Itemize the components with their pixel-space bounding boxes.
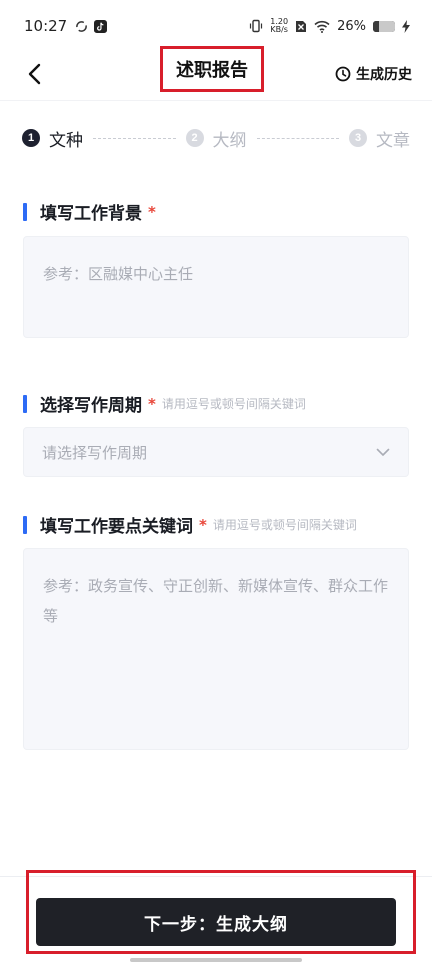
chevron-left-icon [28,63,41,85]
step-3-number: 3 [349,129,367,147]
wifi-icon [314,20,330,33]
chevron-down-icon [376,445,390,459]
period-hint: 请用逗号或顿号间隔关键词 [161,397,306,411]
back-button[interactable] [18,58,50,90]
step-1: 1 文种 [22,126,83,151]
next-step-button[interactable]: 下一步：生成大纲 [36,898,396,946]
nav-bar: 述职报告 生成历史 [0,46,432,98]
step-3-label: 文章 [376,130,410,151]
net-speed: 1.20 KB/s [270,18,288,34]
clock-icon [335,66,351,82]
net-speed-unit: KB/s [270,25,288,34]
page-title-highlight: 述职报告 [160,46,264,92]
keywords-hint: 请用逗号或顿号间隔关键词 [212,518,357,532]
background-placeholder: 参考：区融媒中心主任 [43,265,194,283]
tiktok-icon [94,19,108,33]
stepper: 1 文种 2 大纲 3 文章 [22,124,410,152]
keywords-placeholder: 参考：政务宣传、守正创新、新媒体宣传、群众工作等 [43,577,389,625]
period-select[interactable]: 请选择写作周期 [23,427,409,477]
step-1-number: 1 [22,129,40,147]
vibrate-icon [250,19,263,33]
status-time: 10:27 [24,17,68,35]
sync-icon [76,20,88,32]
required-star: * [148,394,156,413]
step-2: 2 大纲 [185,126,247,151]
section-accent-bar [23,202,27,221]
battery-empty [378,20,395,32]
step-3: 3 文章 [349,126,410,151]
period-label: 选择写作周期 [40,396,142,416]
nav-divider [0,100,432,101]
period-section-title: 选择写作周期 * 请用逗号或顿号间隔关键词 [23,391,306,416]
battery-icon [373,20,395,32]
keywords-input[interactable]: 参考：政务宣传、守正创新、新媒体宣传、群众工作等 [23,548,409,750]
required-star: * [148,202,156,221]
history-label: 生成历史 [356,67,412,83]
charging-icon [402,19,410,33]
section-accent-bar [23,515,27,534]
status-right-icons: 1.20 KB/s 26% [249,18,410,34]
step-2-number: 2 [185,129,204,147]
step-connector [93,137,176,139]
history-button[interactable]: 生成历史 [335,61,412,87]
background-input[interactable]: 参考：区融媒中心主任 [23,236,409,338]
background-label: 填写工作背景 [40,204,142,224]
step-2-label: 大纲 [212,130,247,151]
page-title: 述职报告 [176,60,248,81]
step-connector [256,137,339,139]
background-section-title: 填写工作背景 * [23,199,156,224]
period-placeholder: 请选择写作周期 [42,443,148,462]
step-1-label: 文种 [49,130,83,151]
keywords-label: 填写工作要点关键词 [40,517,193,537]
required-star: * [199,515,207,534]
sim-off-icon [296,21,307,32]
status-left-icons [75,19,108,33]
battery-percent: 26% [337,18,366,34]
keywords-section-title: 填写工作要点关键词 * 请用逗号或顿号间隔关键词 [23,512,357,537]
section-accent-bar [23,394,27,413]
home-indicator[interactable] [130,958,302,962]
status-bar: 10:27 1.20 KB/s 26% [0,0,432,52]
